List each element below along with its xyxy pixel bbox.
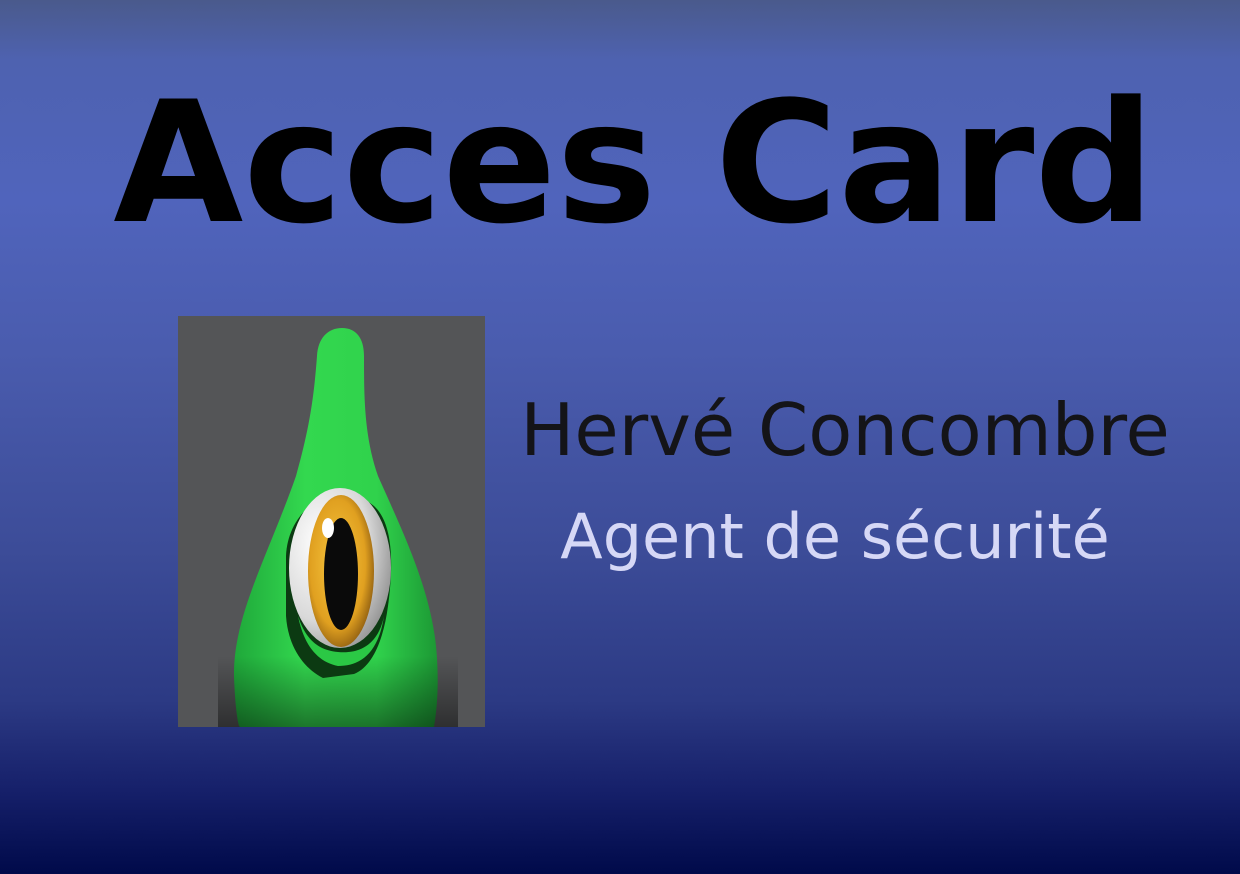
person-name: Hervé Concombre: [520, 388, 1170, 472]
person-role: Agent de sécurité: [560, 500, 1110, 573]
card-title: Acces Card: [113, 65, 1155, 261]
portrait-photo: [178, 316, 485, 727]
green-cucumber-cyclops-icon: [218, 328, 458, 727]
